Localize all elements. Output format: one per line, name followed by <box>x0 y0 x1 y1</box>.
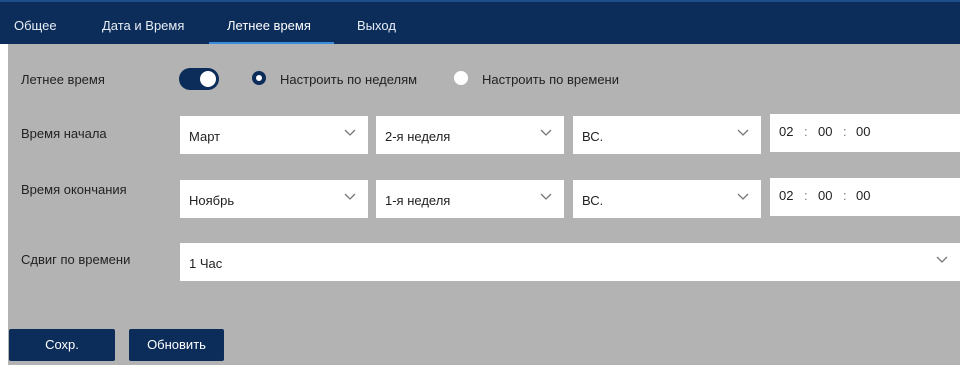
dst-toggle[interactable] <box>179 68 219 90</box>
end-week-select[interactable]: 1-я неделя <box>376 180 564 218</box>
radio-by-week[interactable] <box>252 71 266 85</box>
end-month-select[interactable]: Ноябрь <box>180 180 368 218</box>
offset-value: 1 Час <box>189 256 223 271</box>
end-hour-field[interactable]: 02 <box>779 188 793 203</box>
dst-label: Летнее время <box>21 72 105 87</box>
time-separator: : <box>843 124 847 139</box>
start-day-select[interactable]: ВС. <box>573 116 761 154</box>
chevron-down-icon <box>737 193 749 200</box>
start-day-value: ВС. <box>582 129 604 144</box>
toggle-knob <box>200 71 216 87</box>
radio-by-time-label[interactable]: Настроить по времени <box>482 72 619 87</box>
dst-settings-panel: Летнее время Настроить по неделям Настро… <box>8 44 960 365</box>
tab-bar: Общее Дата и Время Летнее время Выход <box>0 0 960 46</box>
chevron-down-icon <box>540 193 552 200</box>
time-separator: : <box>804 188 808 203</box>
end-day-value: ВС. <box>582 193 604 208</box>
refresh-button[interactable]: Обновить <box>129 329 224 361</box>
offset-label: Сдвиг по времени <box>21 252 131 267</box>
chevron-down-icon <box>344 129 356 136</box>
chevron-down-icon <box>540 129 552 136</box>
save-button[interactable]: Сохр. <box>9 329 115 361</box>
tab-general[interactable]: Общее <box>14 2 57 44</box>
start-second-field[interactable]: 00 <box>856 124 870 139</box>
end-time-input: 02 : 00 : 00 <box>770 178 960 216</box>
chevron-down-icon <box>737 129 749 136</box>
tab-dst[interactable]: Летнее время <box>227 2 311 44</box>
end-minute-field[interactable]: 00 <box>818 188 832 203</box>
radio-by-time[interactable] <box>454 71 468 85</box>
start-time-label: Время начала <box>21 126 107 141</box>
end-day-select[interactable]: ВС. <box>573 180 761 218</box>
tab-date-time[interactable]: Дата и Время <box>102 2 184 44</box>
chevron-down-icon <box>344 193 356 200</box>
start-minute-field[interactable]: 00 <box>818 124 832 139</box>
start-week-select[interactable]: 2-я неделя <box>376 116 564 154</box>
start-month-value: Март <box>189 129 221 144</box>
start-hour-field[interactable]: 02 <box>779 124 793 139</box>
start-week-value: 2-я неделя <box>385 129 451 144</box>
time-separator: : <box>843 188 847 203</box>
chevron-down-icon <box>936 256 948 263</box>
start-time-input: 02 : 00 : 00 <box>770 114 960 152</box>
offset-select[interactable]: 1 Час <box>180 243 960 281</box>
end-month-value: Ноябрь <box>189 193 235 208</box>
time-separator: : <box>804 124 808 139</box>
start-month-select[interactable]: Март <box>180 116 368 154</box>
radio-by-week-label[interactable]: Настроить по неделям <box>280 72 417 87</box>
end-second-field[interactable]: 00 <box>856 188 870 203</box>
tab-exit[interactable]: Выход <box>357 2 396 44</box>
end-week-value: 1-я неделя <box>385 193 451 208</box>
end-time-label: Время окончания <box>21 182 127 197</box>
